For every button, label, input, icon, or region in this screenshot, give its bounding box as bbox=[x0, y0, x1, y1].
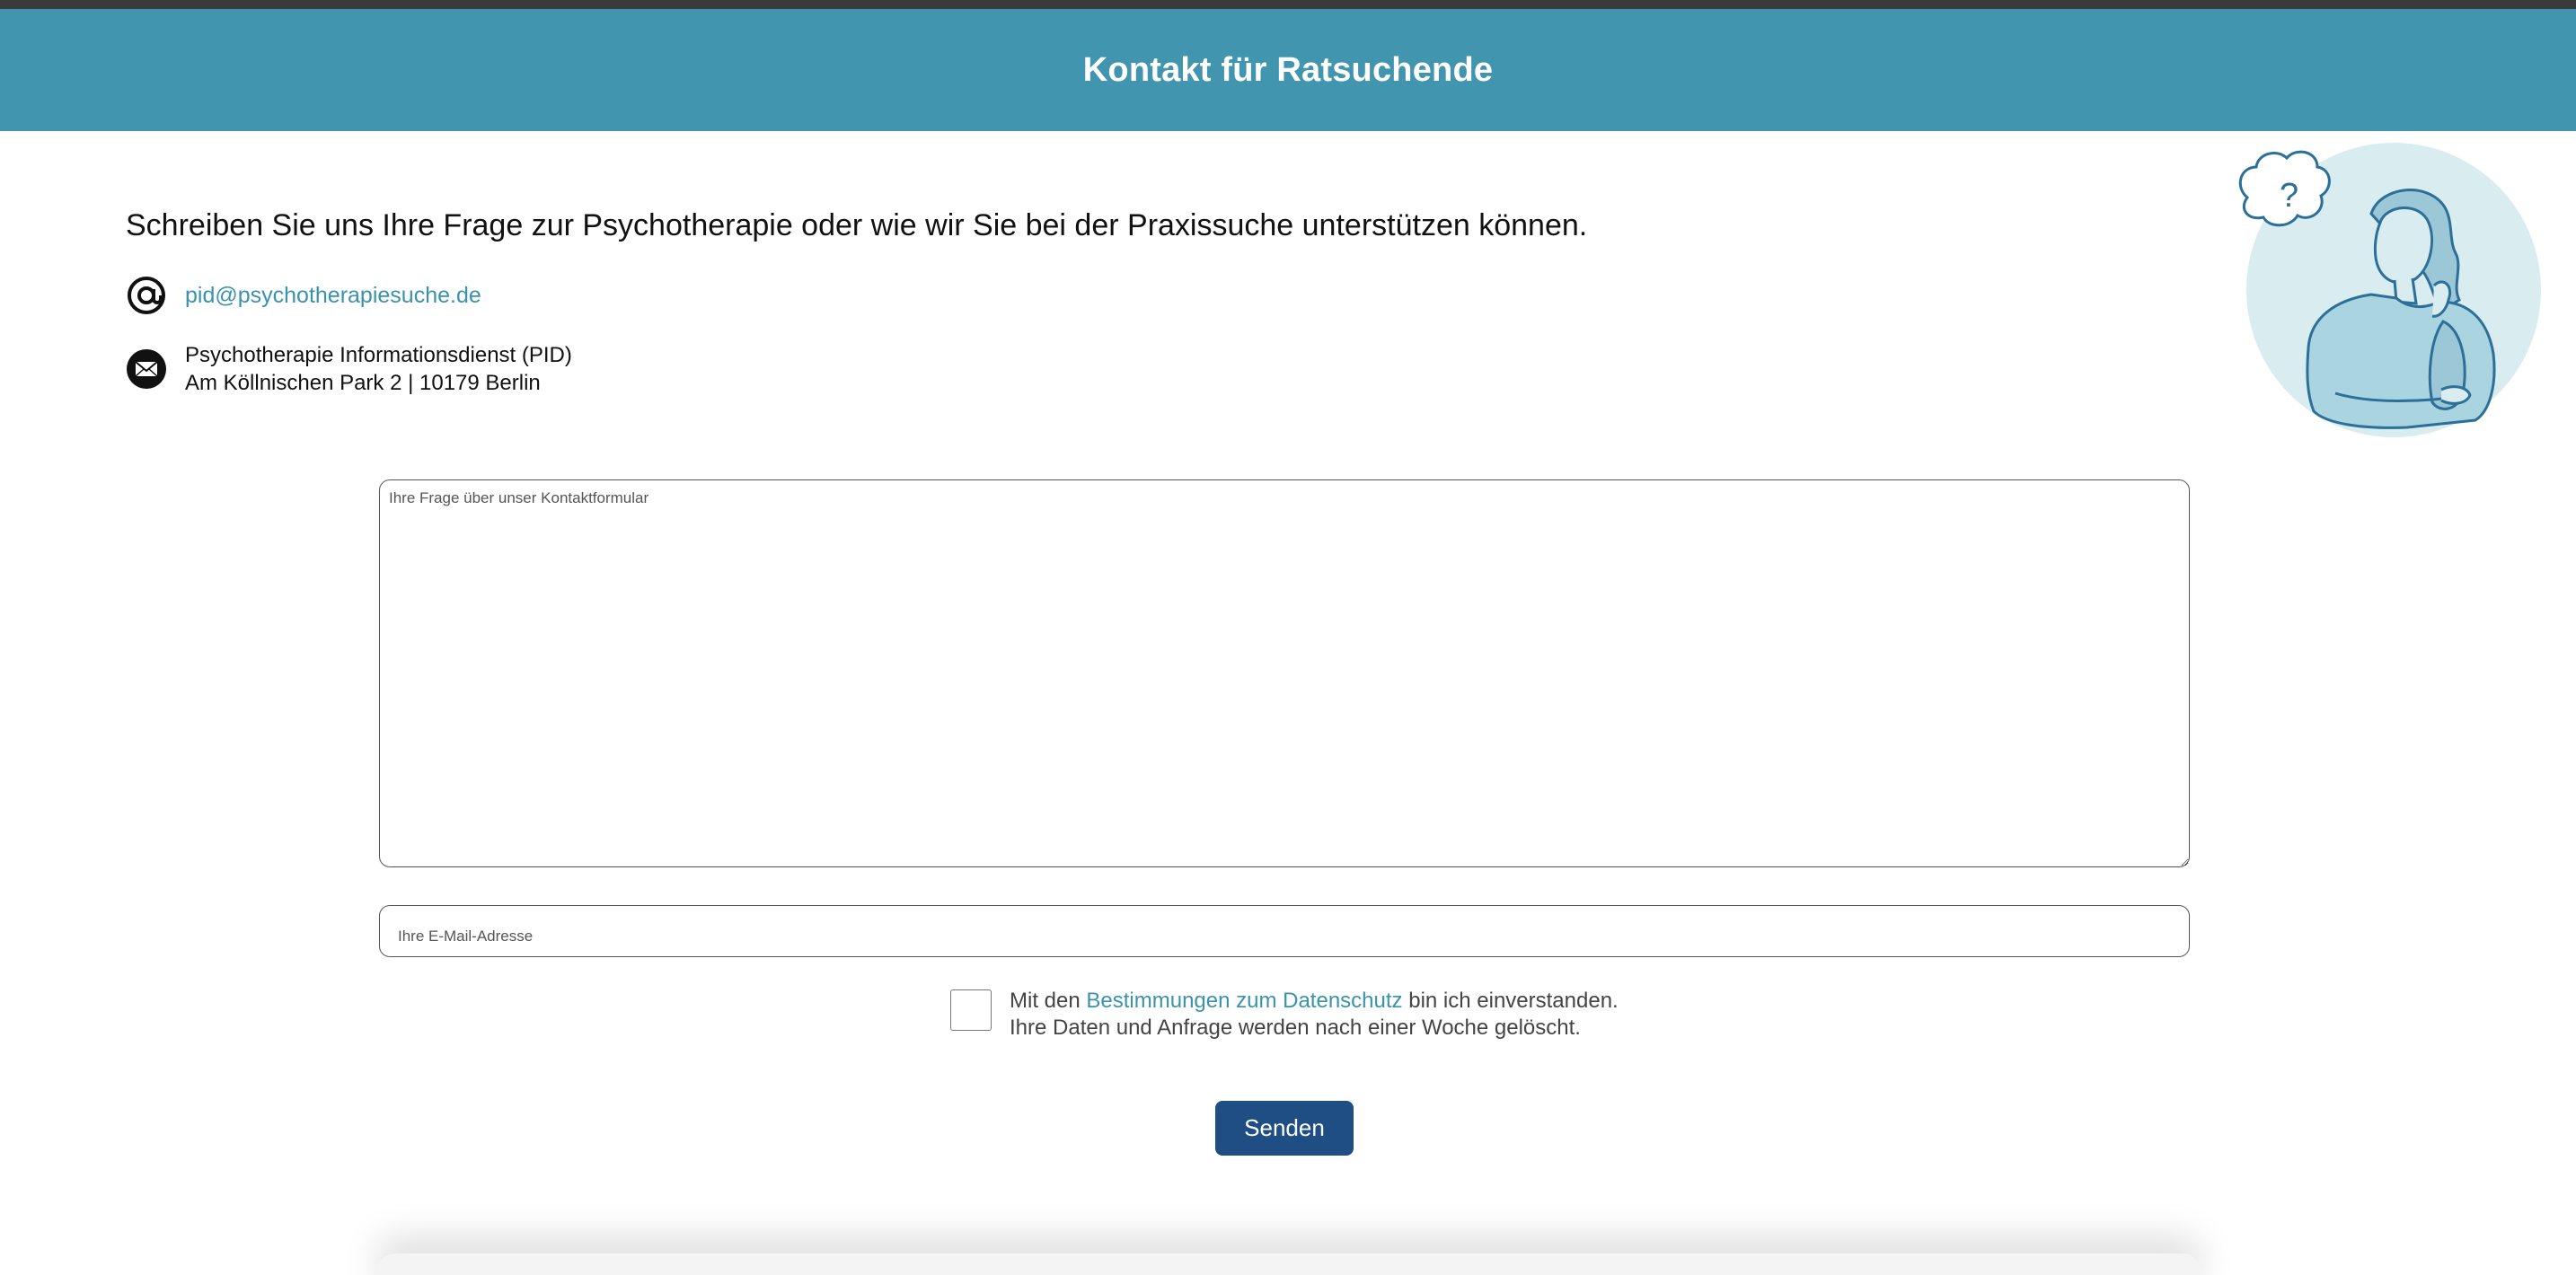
privacy-consent-checkbox[interactable] bbox=[950, 989, 992, 1031]
address-line-organization: Psychotherapie Informationsdienst (PID) bbox=[185, 343, 572, 367]
thinking-person-illustration: ? bbox=[2228, 142, 2551, 447]
privacy-consent: Mit den Bestimmungen zum Datenschutz bin… bbox=[950, 988, 1619, 1042]
footer-card-edge bbox=[377, 1253, 2201, 1275]
svg-text:?: ? bbox=[2280, 177, 2298, 215]
send-button[interactable]: Senden bbox=[1215, 1101, 1354, 1156]
postal-contact-row: Psychotherapie Informationsdienst (PID) … bbox=[126, 341, 572, 397]
consent-line: Mit den Bestimmungen zum Datenschutz bin… bbox=[1010, 988, 1619, 1015]
email-input[interactable] bbox=[379, 905, 2190, 957]
consent-text: Mit den Bestimmungen zum Datenschutz bin… bbox=[1010, 988, 1619, 1042]
address-line-street: Am Köllnischen Park 2 | 10179 Berlin bbox=[185, 371, 541, 395]
page-header: Kontakt für Ratsuchende bbox=[0, 9, 2576, 131]
at-icon bbox=[126, 275, 167, 316]
question-textarea[interactable] bbox=[379, 479, 2190, 867]
browser-top-strip bbox=[0, 0, 2576, 9]
intro-text: Schreiben Sie uns Ihre Frage zur Psychot… bbox=[126, 208, 1588, 242]
consent-suffix: bin ich einverstanden. bbox=[1408, 989, 1619, 1013]
privacy-policy-link[interactable]: Bestimmungen zum Datenschutz bbox=[1086, 989, 1402, 1013]
consent-prefix: Mit den bbox=[1010, 989, 1081, 1013]
email-link[interactable]: pid@psychotherapiesuche.de bbox=[185, 283, 481, 309]
envelope-icon bbox=[126, 348, 167, 390]
email-contact-row: pid@psychotherapiesuche.de bbox=[126, 275, 481, 316]
postal-address: Psychotherapie Informationsdienst (PID) … bbox=[185, 341, 572, 397]
page-title: Kontakt für Ratsuchende bbox=[1082, 50, 1494, 89]
consent-note: Ihre Daten und Anfrage werden nach einer… bbox=[1010, 1016, 1581, 1040]
